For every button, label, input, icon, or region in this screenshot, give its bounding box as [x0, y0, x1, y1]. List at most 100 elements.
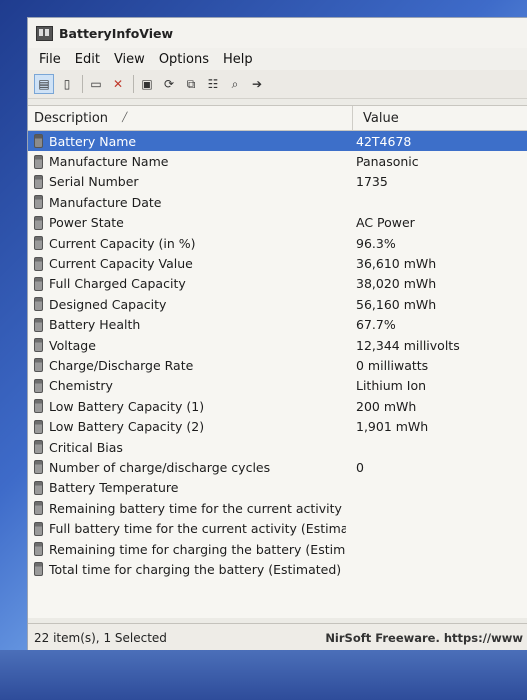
table-row[interactable]: Total time for charging the battery (Est… — [28, 559, 527, 579]
status-item-count: 22 item(s), 1 Selected — [34, 630, 167, 645]
menu-edit[interactable]: Edit — [68, 52, 107, 67]
menu-file[interactable]: File — [32, 52, 68, 67]
row-value: 56,160 mWh — [356, 296, 437, 312]
battery-icon — [34, 297, 43, 312]
row-description-text: Critical Bias — [49, 439, 123, 455]
row-value: AC Power — [356, 215, 415, 231]
row-description-text: Designed Capacity — [49, 296, 167, 312]
table-row[interactable]: Full Charged Capacity 38,020 mWh — [28, 274, 527, 294]
battery-icon — [34, 480, 43, 495]
row-value: 96.3% — [356, 235, 396, 251]
table-row[interactable]: Battery Name 42T4678 — [28, 131, 527, 152]
table-row[interactable]: Remaining battery time for the current a… — [28, 498, 527, 518]
nirsoft-link[interactable]: NirSoft Freeware. https://www — [325, 631, 527, 645]
row-description-text: Full battery time for the current activi… — [49, 521, 346, 537]
table-row[interactable]: Number of charge/discharge cycles 0 — [28, 457, 527, 477]
row-description-text: Low Battery Capacity (2) — [49, 419, 205, 435]
table-row[interactable]: Full battery time for the current activi… — [28, 518, 527, 538]
row-description-text: Manufacture Date — [49, 194, 162, 210]
table-row[interactable]: Manufacture Name Panasonic — [28, 151, 527, 171]
table-row[interactable]: Power State AC Power — [28, 213, 527, 233]
column-header-description[interactable]: Description ╱ — [28, 106, 353, 130]
title-bar[interactable]: BatteryInfoView — [28, 18, 527, 48]
row-description: Full Charged Capacity — [28, 276, 346, 291]
properties-window-icon[interactable]: ☷ — [204, 75, 222, 93]
find-icon[interactable]: ⌕ — [226, 75, 244, 93]
row-description: Current Capacity (in %) — [28, 236, 346, 251]
table-row[interactable]: Manufacture Date — [28, 192, 527, 212]
list-header: Description ╱ Value — [28, 106, 527, 131]
row-value: 0 — [356, 459, 364, 475]
battery-icon — [34, 440, 43, 455]
battery-icon — [34, 276, 43, 291]
menu-help[interactable]: Help — [216, 52, 260, 67]
battery-icon — [34, 358, 43, 373]
row-description-text: Battery Temperature — [49, 480, 179, 496]
table-row[interactable]: Serial Number 1735 — [28, 172, 527, 192]
battery-icon — [34, 134, 43, 149]
battery-info-list[interactable]: Description ╱ Value Battery Name 42T4678 M… — [28, 105, 527, 618]
html-report-icon[interactable]: ▯ — [58, 75, 76, 93]
row-description: Current Capacity Value — [28, 256, 346, 271]
row-description: Total time for charging the battery (Est… — [28, 562, 346, 577]
window-title: BatteryInfoView — [59, 25, 174, 41]
row-description: Designed Capacity — [28, 297, 346, 312]
battery-icon — [34, 562, 43, 577]
row-description-text: Remaining battery time for the current a… — [49, 500, 346, 516]
row-value: 12,344 millivolts — [356, 337, 460, 353]
row-description: Low Battery Capacity (1) — [28, 399, 346, 414]
table-row[interactable]: Charge/Discharge Rate 0 milliwatts — [28, 355, 527, 375]
row-description: Serial Number — [28, 174, 346, 189]
row-description: Charge/Discharge Rate — [28, 358, 346, 373]
options-icon[interactable]: ▭ — [87, 75, 105, 93]
taskbar — [0, 650, 527, 700]
row-description: Manufacture Date — [28, 195, 346, 210]
save-icon[interactable]: ▣ — [138, 75, 156, 93]
battery-icon — [34, 154, 43, 169]
menu-bar: File Edit View Options Help — [28, 48, 527, 70]
table-row[interactable]: Battery Temperature — [28, 478, 527, 498]
row-description: Manufacture Name — [28, 154, 346, 169]
row-value: 36,610 mWh — [356, 256, 437, 272]
row-description: Battery Temperature — [28, 480, 346, 495]
table-row[interactable]: Chemistry Lithium Ion — [28, 376, 527, 396]
copy-icon[interactable]: ⧉ — [182, 75, 200, 93]
row-description-text: Current Capacity Value — [49, 256, 193, 272]
table-row[interactable]: Remaining time for charging the battery … — [28, 539, 527, 559]
properties-icon[interactable]: ▤ — [34, 74, 54, 94]
row-description: Voltage — [28, 338, 346, 353]
table-row[interactable]: Current Capacity Value 36,610 mWh — [28, 253, 527, 273]
row-description-text: Battery Health — [49, 317, 141, 333]
battery-icon — [34, 378, 43, 393]
table-row[interactable]: Current Capacity (in %) 96.3% — [28, 233, 527, 253]
row-value: Panasonic — [356, 154, 419, 170]
exit-icon[interactable]: ➔ — [248, 75, 266, 93]
row-value: 1,901 mWh — [356, 419, 429, 435]
table-row[interactable]: Battery Health 67.7% — [28, 315, 527, 335]
row-description: Chemistry — [28, 378, 346, 393]
app-window: BatteryInfoView File Edit View Options H… — [28, 18, 527, 650]
menu-options[interactable]: Options — [152, 52, 216, 67]
table-row[interactable]: Low Battery Capacity (2) 1,901 mWh — [28, 416, 527, 436]
row-description: Battery Name — [28, 134, 346, 149]
row-value: 42T4678 — [356, 133, 412, 149]
table-row[interactable]: Voltage 12,344 millivolts — [28, 335, 527, 355]
app-icon — [36, 25, 53, 41]
table-row[interactable]: Low Battery Capacity (1) 200 mWh — [28, 396, 527, 416]
status-bar: 22 item(s), 1 Selected NirSoft Freeware.… — [28, 623, 527, 650]
row-description-text: Charge/Discharge Rate — [49, 357, 194, 373]
sort-indicator-icon: ╱ — [122, 113, 128, 123]
delete-icon[interactable]: ✕ — [109, 75, 127, 93]
row-value: 1735 — [356, 174, 388, 190]
column-header-value[interactable]: Value — [353, 106, 527, 130]
table-row[interactable]: Designed Capacity 56,160 mWh — [28, 294, 527, 314]
row-description-text: Current Capacity (in %) — [49, 235, 196, 251]
row-description-text: Full Charged Capacity — [49, 276, 186, 292]
battery-icon — [34, 256, 43, 271]
table-row[interactable]: Critical Bias — [28, 437, 527, 457]
menu-view[interactable]: View — [107, 52, 152, 67]
battery-icon — [34, 501, 43, 516]
row-description-text: Total time for charging the battery (Est… — [49, 561, 342, 577]
refresh-icon[interactable]: ⟳ — [160, 75, 178, 93]
list-rows: Battery Name 42T4678 Manufacture Name Panas… — [28, 131, 527, 580]
